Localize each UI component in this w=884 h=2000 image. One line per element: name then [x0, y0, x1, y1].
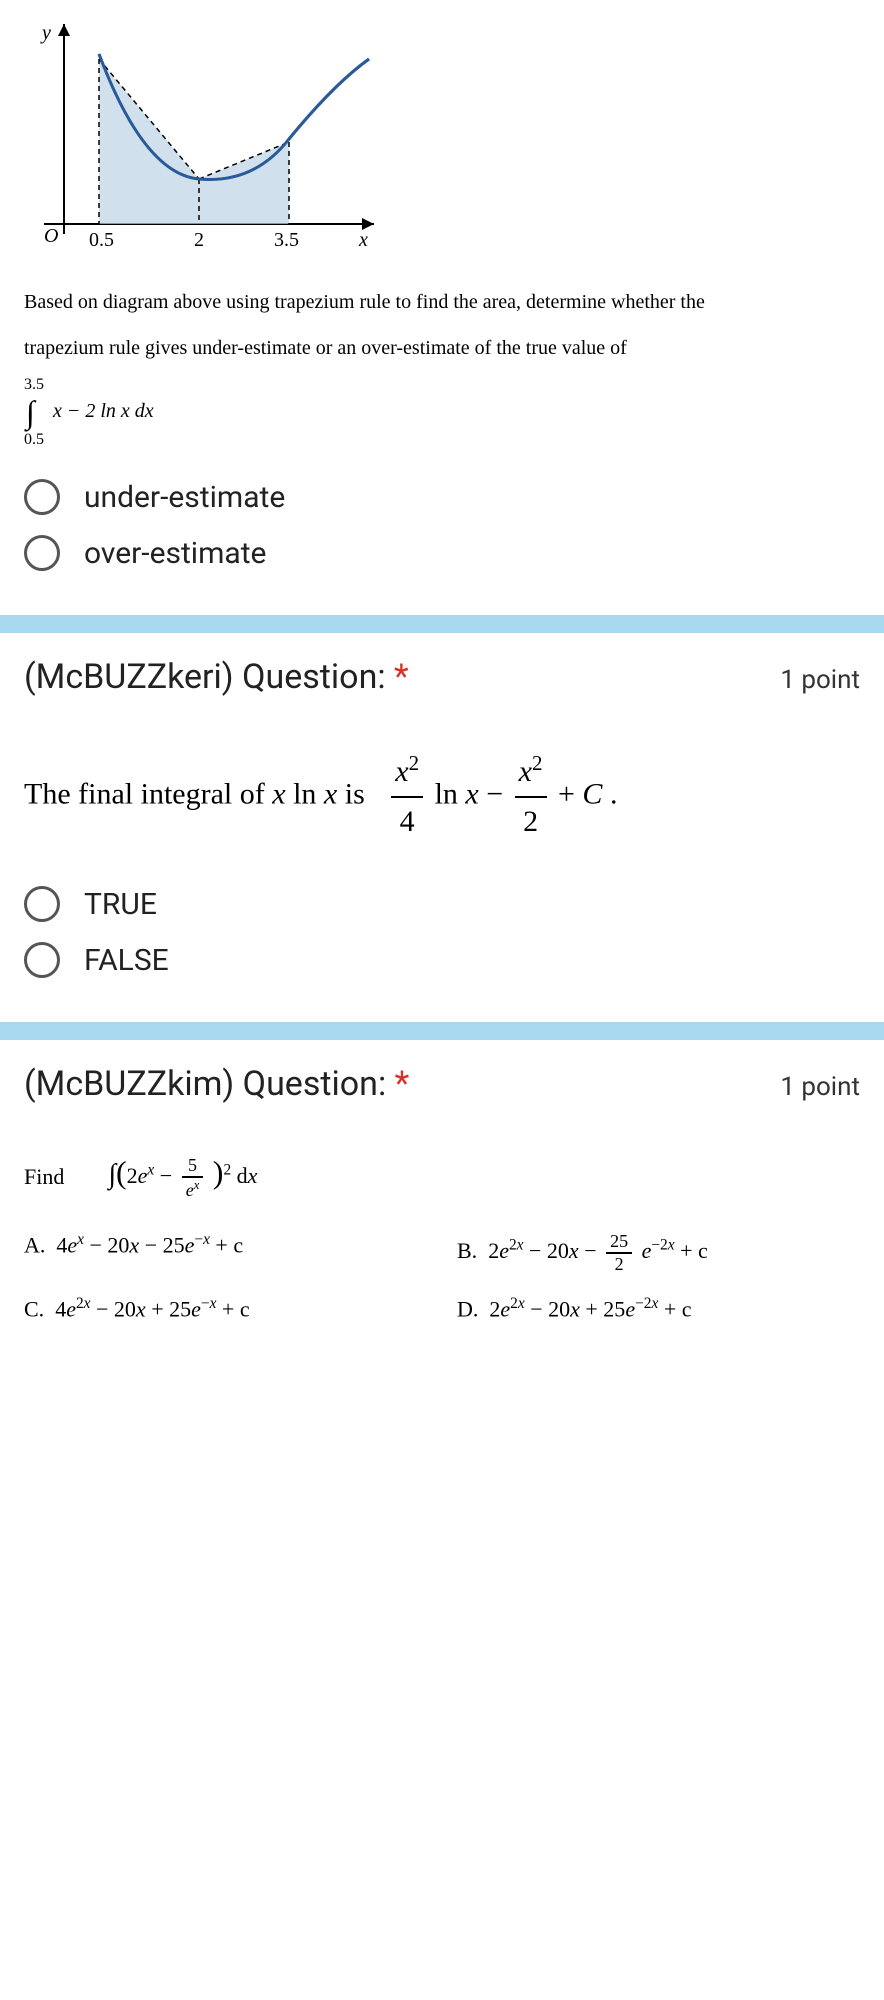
q1-integral: 3.5 ∫ 0.5 x − 2 ln x dx — [24, 376, 860, 449]
q3-find-row: Find ∫(2ex − 5ex )2 dx — [24, 1154, 860, 1201]
radio-icon — [24, 535, 60, 571]
q3-title-text: (McBUZZkim) Question: — [24, 1064, 386, 1104]
trapezium-chart: O 0.5 2 3.5 x y — [24, 24, 394, 254]
svg-text:y: y — [40, 24, 51, 44]
q1-option-over-label: over-estimate — [84, 536, 266, 571]
q2-option-true-label: TRUE — [84, 887, 157, 922]
diagram-container: O 0.5 2 3.5 x y — [24, 24, 860, 254]
q2-header: (McBUZZkeri) Question: * 1 point — [24, 657, 860, 697]
q3-answer-c[interactable]: C. 4e2x − 20x + 25e−x + c — [24, 1295, 427, 1322]
q3-answer-a[interactable]: A. 4ex − 20x − 25e−x + c — [24, 1231, 427, 1275]
q2-option-false[interactable]: FALSE — [24, 942, 860, 978]
q1-option-under-label: under-estimate — [84, 480, 285, 515]
q3-header: (McBUZZkim) Question: * 1 point — [24, 1064, 860, 1104]
separator — [0, 1022, 884, 1040]
question-2-block: (McBUZZkeri) Question: * 1 point The fin… — [0, 633, 884, 1022]
radio-icon — [24, 942, 60, 978]
q2-statement: The final integral of x ln x is x24 ln x… — [24, 747, 860, 846]
question-3-block: (McBUZZkim) Question: * 1 point Find ∫(2… — [0, 1040, 884, 1346]
q1-prompt-line2: trapezium rule gives under-estimate or a… — [24, 330, 860, 366]
question-1-block: O 0.5 2 3.5 x y Based on diagram above u… — [0, 0, 884, 615]
integral-upper: 3.5 — [24, 376, 44, 394]
q3-integral-expr: ∫(2ex − 5ex )2 dx — [108, 1154, 257, 1201]
q3-c-label: C. — [24, 1296, 44, 1321]
q2-points: 1 point — [780, 665, 860, 695]
q3-a-label: A. — [24, 1232, 45, 1257]
svg-text:0.5: 0.5 — [89, 229, 114, 251]
q3-answers: A. 4ex − 20x − 25e−x + c B. 2e2x − 20x −… — [24, 1231, 860, 1322]
svg-text:x: x — [358, 229, 368, 251]
separator — [0, 615, 884, 633]
svg-text:2: 2 — [194, 229, 204, 251]
q1-prompt-line1: Based on diagram above using trapezium r… — [24, 284, 860, 320]
svg-text:O: O — [44, 225, 58, 247]
q3-points: 1 point — [780, 1072, 860, 1102]
required-indicator: * — [394, 657, 409, 697]
radio-icon — [24, 886, 60, 922]
svg-text:3.5: 3.5 — [274, 229, 299, 251]
q2-title: (McBUZZkeri) Question: * — [24, 657, 409, 697]
q3-answer-d[interactable]: D. 2e2x − 20x + 25e−2x + c — [457, 1295, 860, 1322]
integral-sign-icon: ∫ — [26, 394, 35, 431]
integral-expression: x − 2 ln x dx — [53, 400, 154, 422]
q2-option-true[interactable]: TRUE — [24, 886, 860, 922]
q3-find-label: Find — [24, 1164, 64, 1190]
q3-b-label: B. — [457, 1238, 477, 1263]
q2-title-text: (McBUZZkeri) Question: — [24, 657, 386, 697]
integral-lower: 0.5 — [24, 431, 44, 449]
q3-d-label: D. — [457, 1296, 478, 1321]
radio-icon — [24, 479, 60, 515]
q1-option-under[interactable]: under-estimate — [24, 479, 860, 515]
q1-option-over[interactable]: over-estimate — [24, 535, 860, 571]
q3-answer-b[interactable]: B. 2e2x − 20x − 252 e−2x + c — [457, 1231, 860, 1275]
q3-title: (McBUZZkim) Question: * — [24, 1064, 409, 1104]
required-indicator: * — [395, 1064, 410, 1104]
q2-stmt-prefix: The final integral of — [24, 777, 272, 810]
q2-option-false-label: FALSE — [84, 943, 169, 978]
